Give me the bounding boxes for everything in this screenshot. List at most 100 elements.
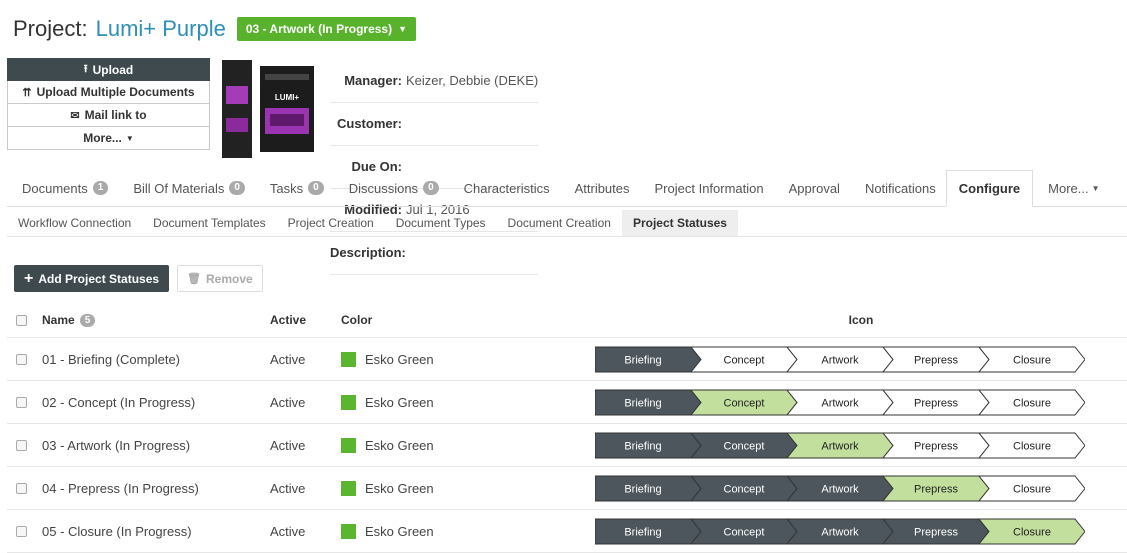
table-row[interactable]: 03 - Artwork (In Progress) Active Esko Gre… xyxy=(7,424,1127,467)
color-column-header[interactable]: Color xyxy=(341,313,595,327)
stage-label: Closure xyxy=(1013,483,1051,495)
project-statuses-table: Name 5 Active Color Icon 01 - Briefing (… xyxy=(7,303,1127,553)
table-row[interactable]: 02 - Concept (In Progress) Active Esko Gre… xyxy=(7,381,1127,424)
tab-configure[interactable]: Configure xyxy=(945,170,1034,207)
stage-label: Artwork xyxy=(821,483,859,495)
upload-icon: ⭱ xyxy=(83,63,88,75)
tab-tasks[interactable]: Tasks 0 xyxy=(255,170,334,206)
tab-label: Project Information xyxy=(654,180,764,196)
tab-approval[interactable]: Approval xyxy=(774,170,850,206)
stage-label: Concept xyxy=(724,526,765,538)
stage-progress-icon: Briefing Concept Artwork Prepress Closure xyxy=(595,518,1085,544)
add-project-statuses-button[interactable]: + Add Project Statuses xyxy=(14,265,170,292)
row-checkbox[interactable] xyxy=(16,482,27,494)
icon-column-header[interactable]: Icon xyxy=(595,313,1127,327)
status-icon: Briefing Concept Artwork Prepress Closure xyxy=(595,518,1127,545)
status-color: Esko Green xyxy=(341,480,595,496)
tab-attributes[interactable]: Attributes xyxy=(560,170,640,206)
count-badge: 5 xyxy=(79,313,96,327)
manager-label: Manager: xyxy=(344,73,402,88)
stage-label: Prepress xyxy=(914,526,959,538)
select-all-checkbox[interactable] xyxy=(16,314,27,326)
stage-label: Briefing xyxy=(624,483,661,495)
table-row[interactable]: 04 - Prepress (In Progress) Active Esko Gr… xyxy=(7,467,1127,510)
row-checkbox[interactable] xyxy=(16,396,27,408)
status-dropdown[interactable]: 03 - Artwork (In Progress) ▼ xyxy=(236,17,417,41)
statuses-toolbar: + Add Project Statuses 🗑 Remove xyxy=(14,265,263,292)
stage-label: Prepress xyxy=(914,483,959,495)
tab-label: Attributes xyxy=(574,180,630,196)
status-color: Esko Green xyxy=(341,437,595,453)
subtab-project-statuses[interactable]: Project Statuses xyxy=(621,210,738,236)
active-column-header[interactable]: Active xyxy=(270,313,341,327)
subtab-document-templates[interactable]: Document Templates xyxy=(142,210,277,236)
main-tabs: Documents 1 Bill Of Materials 0 Tasks 0 Dis… xyxy=(7,170,1127,207)
tab-characteristics[interactable]: Characteristics xyxy=(449,170,560,206)
status-dropdown-label: 03 - Artwork (In Progress) xyxy=(245,22,393,36)
tab-documents[interactable]: Documents 1 xyxy=(7,170,118,206)
status-icon: Briefing Concept Artwork Prepress Closure xyxy=(595,346,1127,373)
table-row[interactable]: 05 - Closure (In Progress) Active Esko Gre… xyxy=(7,510,1127,553)
status-active: Active xyxy=(270,351,306,367)
count-badge: 1 xyxy=(92,181,109,195)
stage-label: Concept xyxy=(724,397,765,409)
count-badge: 0 xyxy=(308,181,324,195)
tab-label: Discussions xyxy=(348,180,419,196)
chevron-down-icon: ▼ xyxy=(125,133,134,143)
status-color: Esko Green xyxy=(341,523,595,539)
stage-label: Closure xyxy=(1013,526,1051,538)
subtab-workflow-connection[interactable]: Workflow Connection xyxy=(7,210,142,236)
upload-button[interactable]: ⭱ Upload xyxy=(7,58,210,81)
upload-multiple-icon: ⇈ xyxy=(22,86,32,99)
tab-more[interactable]: More... ▼ xyxy=(1033,170,1109,206)
tab-label: Characteristics xyxy=(463,180,550,196)
upload-multiple-button[interactable]: ⇈ Upload Multiple Documents xyxy=(7,81,210,104)
tab-discussions[interactable]: Discussions 0 xyxy=(334,170,449,206)
tab-bill-of-materials[interactable]: Bill Of Materials 0 xyxy=(118,170,255,206)
more-actions-button[interactable]: More... ▼ xyxy=(7,127,210,150)
row-checkbox[interactable] xyxy=(16,525,27,537)
remove-button[interactable]: 🗑 Remove xyxy=(177,265,263,292)
status-active: Active xyxy=(270,394,306,410)
tab-notifications[interactable]: Notifications xyxy=(850,170,946,206)
trash-icon: 🗑 xyxy=(187,273,202,285)
stage-label: Concept xyxy=(724,354,765,366)
project-label: Project: xyxy=(13,16,88,41)
name-header-label: Name xyxy=(42,313,75,327)
stage-label: Concept xyxy=(724,440,765,452)
status-active: Active xyxy=(270,523,306,539)
subtab-project-creation[interactable]: Project Creation xyxy=(277,210,385,236)
project-thumbnail[interactable]: LUMI+ xyxy=(218,58,320,160)
chevron-down-icon: ▼ xyxy=(398,24,408,34)
stage-progress-icon: Briefing Concept Artwork Prepress Closure xyxy=(595,389,1085,415)
tab-label: More... xyxy=(1048,180,1089,196)
svg-text:LUMI+: LUMI+ xyxy=(275,93,300,102)
subtab-document-creation[interactable]: Document Creation xyxy=(497,210,622,236)
table-row[interactable]: 01 - Briefing (Complete) Active Esko Green… xyxy=(7,338,1127,381)
color-name: Esko Green xyxy=(365,437,434,453)
tab-project-information[interactable]: Project Information xyxy=(640,170,774,206)
stage-label: Artwork xyxy=(821,354,859,366)
tab-label: Documents xyxy=(22,180,88,196)
chevron-down-icon: ▼ xyxy=(1091,183,1100,193)
description-label: Description: xyxy=(330,245,406,260)
envelope-icon: ✉ xyxy=(70,109,80,122)
name-column-header[interactable]: Name 5 xyxy=(27,313,270,327)
color-swatch xyxy=(341,437,356,453)
count-badge: 0 xyxy=(229,181,245,195)
status-icon: Briefing Concept Artwork Prepress Closure xyxy=(595,432,1127,459)
color-swatch xyxy=(341,351,356,367)
row-checkbox[interactable] xyxy=(16,439,27,451)
mail-link-button[interactable]: ✉ Mail link to xyxy=(7,104,210,127)
color-swatch xyxy=(341,394,356,410)
row-checkbox[interactable] xyxy=(16,353,27,365)
action-buttons: ⭱ Upload ⇈ Upload Multiple Documents ✉ M… xyxy=(7,58,210,150)
subtab-document-types[interactable]: Document Types xyxy=(385,210,497,236)
stage-label: Closure xyxy=(1013,354,1051,366)
stage-label: Artwork xyxy=(821,397,859,409)
stage-progress-icon: Briefing Concept Artwork Prepress Closure xyxy=(595,346,1085,372)
stage-label: Artwork xyxy=(821,440,859,452)
color-swatch xyxy=(341,523,356,539)
stage-label: Prepress xyxy=(914,354,959,366)
stage-label: Prepress xyxy=(914,440,959,452)
